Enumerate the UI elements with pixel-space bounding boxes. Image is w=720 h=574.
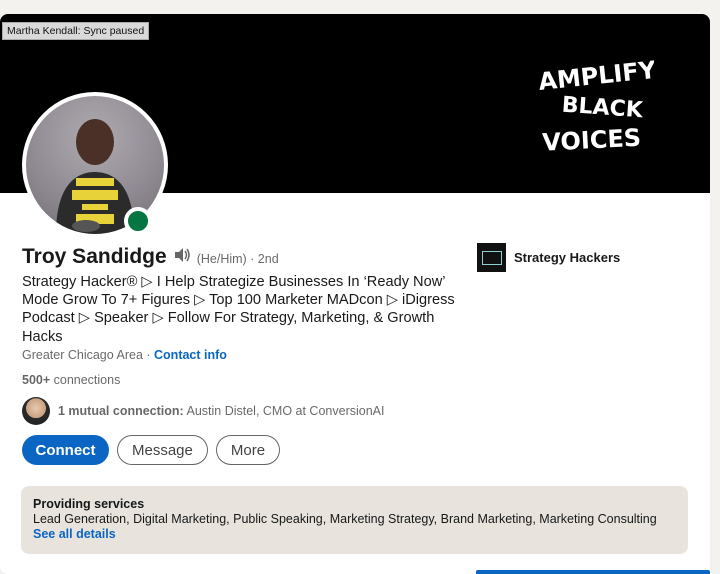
mutual-label: 1 mutual connection: xyxy=(58,404,184,418)
pronouns-degree: (He/Him) · 2nd xyxy=(196,252,279,266)
contact-info-link[interactable]: Contact info xyxy=(154,348,227,362)
mutual-connections[interactable]: 1 mutual connection: Austin Distel, CMO … xyxy=(22,397,384,425)
connections-number: 500+ xyxy=(22,373,51,387)
svg-text:AMPLIFY: AMPLIFY xyxy=(537,56,654,96)
profile-name: Troy Sandidge xyxy=(22,245,167,268)
see-all-details-link[interactable]: See all details xyxy=(33,527,676,541)
profile-headline: Strategy Hacker® ▷ I Help Strategize Bus… xyxy=(22,274,455,345)
name-row: Troy Sandidge (He/Him) · 2nd xyxy=(22,245,279,269)
svg-text:BLACK: BLACK xyxy=(561,93,645,124)
mutual-text: 1 mutual connection: Austin Distel, CMO … xyxy=(58,404,384,418)
sync-status-tooltip: Martha Kendall: Sync paused xyxy=(2,22,150,40)
location-text: Greater Chicago Area xyxy=(22,348,143,362)
more-button[interactable]: More xyxy=(215,435,281,465)
connect-button[interactable]: Connect xyxy=(22,435,109,465)
svg-text:VOICES: VOICES xyxy=(542,124,642,154)
speaker-icon[interactable] xyxy=(173,247,191,263)
location-row: Greater Chicago Area · Contact info xyxy=(22,348,227,362)
mutual-avatar xyxy=(22,397,50,425)
current-company[interactable]: Strategy Hackers xyxy=(477,243,620,272)
online-status-badge xyxy=(124,207,152,235)
connections-count[interactable]: 500+ connections xyxy=(22,373,120,387)
amplify-black-voices-logo: AMPLIFY BLACK VOICES xyxy=(537,56,654,154)
providing-services-card[interactable]: Providing services Lead Generation, Digi… xyxy=(21,486,688,554)
profile-card: AMPLIFY BLACK VOICES Troy Sandidge (He/H… xyxy=(0,14,710,574)
services-list: Lead Generation, Digital Marketing, Publ… xyxy=(33,512,657,526)
connections-label: connections xyxy=(50,373,121,387)
mutual-names: Austin Distel, CMO at ConversionAI xyxy=(183,404,385,418)
profile-actions: Connect Message More xyxy=(22,435,281,465)
company-name: Strategy Hackers xyxy=(514,250,621,265)
company-logo-icon xyxy=(477,243,506,272)
services-title: Providing services xyxy=(33,497,145,511)
bottom-accent-strip xyxy=(476,570,710,574)
location-separator: · xyxy=(142,348,155,362)
message-button[interactable]: Message xyxy=(117,435,208,465)
